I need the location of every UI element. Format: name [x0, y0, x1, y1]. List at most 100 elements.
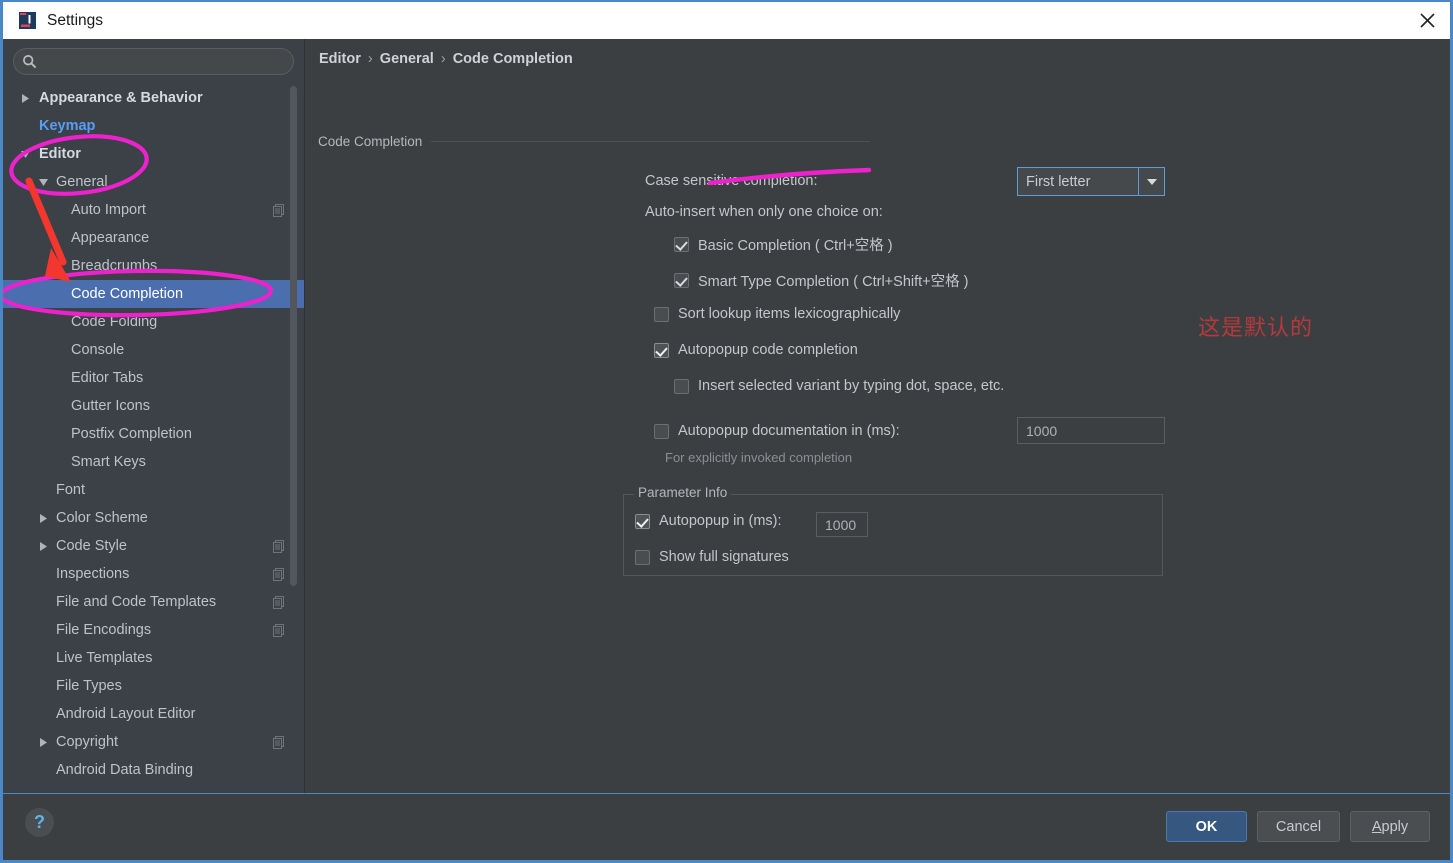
checkbox-smart-type-completion-box[interactable] — [674, 273, 689, 288]
close-icon[interactable] — [1401, 2, 1450, 39]
search-input[interactable] — [38, 54, 293, 69]
chevron-down-icon[interactable] — [37, 176, 49, 188]
sidebar-item-label: Code Style — [56, 538, 127, 554]
breadcrumb-general[interactable]: General — [380, 51, 434, 67]
annotation-chinese-note: 这是默认的 — [1198, 316, 1314, 341]
question-mark-icon[interactable]: ? — [25, 808, 54, 837]
cancel-button[interactable]: Cancel — [1257, 811, 1340, 842]
sidebar-item-label: Smart Keys — [71, 454, 146, 470]
checkbox-basic-completion-box[interactable] — [674, 237, 689, 252]
copy-settings-icon — [273, 539, 286, 553]
parameter-info-group: Parameter Info Autopopup in (ms): 1000 S… — [623, 485, 1163, 576]
sidebar-item-file-and-code-templates[interactable]: File and Code Templates — [3, 588, 304, 616]
sidebar-item-font[interactable]: Font — [3, 476, 304, 504]
sidebar-item-keymap[interactable]: Keymap — [3, 112, 304, 140]
checkbox-smart-type-completion[interactable]: Smart Type Completion ( Ctrl+Shift+空格 ) — [674, 270, 969, 291]
chevron-right-icon[interactable] — [19, 92, 31, 104]
sidebar-item-postfix-completion[interactable]: Postfix Completion — [3, 420, 304, 448]
sidebar-item-code-completion[interactable]: Code Completion — [3, 280, 304, 308]
search-box[interactable] — [13, 48, 294, 75]
checkbox-autopopup-code-completion[interactable]: Autopopup code completion — [654, 342, 858, 358]
ok-button[interactable]: OK — [1166, 811, 1247, 842]
sidebar-item-console[interactable]: Console — [3, 336, 304, 364]
settings-main-panel: Editor › General › Code Completion Code … — [305, 39, 1450, 793]
checkbox-sort-lookup-items[interactable]: Sort lookup items lexicographically — [654, 306, 900, 322]
breadcrumb-editor[interactable]: Editor — [319, 51, 361, 67]
sidebar-item-color-scheme[interactable]: Color Scheme — [3, 504, 304, 532]
checkbox-insert-selected-variant-label: Insert selected variant by typing dot, s… — [698, 378, 1005, 394]
sidebar-item-breadcrumbs[interactable]: Breadcrumbs — [3, 252, 304, 280]
sidebar-item-label: Editor Tabs — [71, 370, 144, 386]
sidebar-item-label: Code Folding — [71, 314, 158, 330]
checkbox-autopopup-code-completion-label: Autopopup code completion — [678, 342, 858, 358]
sidebar-item-label: File Types — [56, 678, 122, 694]
sidebar-item-label: Postfix Completion — [71, 426, 192, 442]
checkbox-show-full-signatures[interactable]: Show full signatures — [635, 549, 789, 565]
sidebar-item-gutter-icons[interactable]: Gutter Icons — [3, 392, 304, 420]
sidebar-item-android-layout-editor[interactable]: Android Layout Editor — [3, 700, 304, 728]
apply-button[interactable]: Apply — [1350, 811, 1430, 842]
sidebar-item-label: Breadcrumbs — [71, 258, 158, 274]
checkbox-sort-lookup-items-label: Sort lookup items lexicographically — [678, 306, 901, 322]
sidebar-item-file-encodings[interactable]: File Encodings — [3, 616, 304, 644]
sidebar-item-label: Keymap — [39, 118, 96, 134]
sidebar-item-label: Android Data Binding — [56, 762, 194, 778]
sidebar-item-live-templates[interactable]: Live Templates — [3, 644, 304, 672]
breadcrumb-separator: › — [367, 51, 373, 67]
settings-dialog: Settings Appearance & Behavior Keymap Ed… — [0, 0, 1453, 863]
ok-button-label: OK — [1195, 818, 1218, 835]
checkbox-sort-lookup-items-box[interactable] — [654, 306, 669, 322]
sidebar-item-editor[interactable]: Editor — [3, 140, 304, 168]
sidebar-scrollbar[interactable] — [289, 86, 298, 775]
checkbox-parameter-autopopup[interactable]: Autopopup in (ms): — [635, 513, 782, 529]
parameter-autopopup-delay-value: 1000 — [825, 516, 857, 533]
checkbox-autopopup-code-completion-box[interactable] — [654, 342, 669, 358]
sidebar-scrollbar-thumb[interactable] — [290, 86, 297, 586]
breadcrumb-separator: › — [440, 51, 446, 67]
sidebar-item-general[interactable]: General — [3, 168, 304, 196]
checkbox-autopopup-documentation-box[interactable] — [654, 423, 669, 439]
chevron-right-icon[interactable] — [37, 736, 49, 748]
copy-settings-icon — [273, 595, 286, 609]
window-title: Settings — [47, 11, 104, 29]
checkbox-show-full-signatures-box[interactable] — [635, 549, 650, 565]
chevron-right-icon[interactable] — [37, 540, 49, 552]
checkbox-basic-completion[interactable]: Basic Completion ( Ctrl+空格 ) — [674, 234, 893, 255]
sidebar-item-label: Console — [71, 342, 125, 358]
sidebar-item-appearance[interactable]: Appearance — [3, 224, 304, 252]
sidebar-item-file-types[interactable]: File Types — [3, 672, 304, 700]
copy-settings-icon — [273, 567, 286, 581]
settings-sidebar: Appearance & Behavior Keymap Editor General… — [3, 39, 305, 793]
sidebar-item-label: Live Templates — [56, 650, 153, 666]
sidebar-item-inspections[interactable]: Inspections — [3, 560, 304, 588]
sidebar-item-android-data-binding[interactable]: Android Data Binding — [3, 756, 304, 784]
sidebar-item-code-folding[interactable]: Code Folding — [3, 308, 304, 336]
chevron-down-icon[interactable] — [1138, 168, 1164, 195]
sidebar-item-label: Appearance — [71, 230, 150, 246]
section-label: Code Completion — [318, 134, 423, 149]
checkbox-autopopup-documentation[interactable]: Autopopup documentation in (ms): — [654, 423, 900, 439]
sidebar-item-copyright[interactable]: Copyright — [3, 728, 304, 756]
sidebar-item-smart-keys[interactable]: Smart Keys — [3, 448, 304, 476]
sidebar-item-auto-import[interactable]: Auto Import — [3, 196, 304, 224]
autopopup-documentation-delay-input[interactable]: 1000 — [1017, 417, 1165, 444]
checkbox-parameter-autopopup-label: Autopopup in (ms): — [659, 513, 782, 529]
settings-tree: Appearance & Behavior Keymap Editor General… — [3, 84, 304, 793]
checkbox-autopopup-documentation-label: Autopopup documentation in (ms): — [678, 423, 900, 439]
checkbox-basic-completion-label: Basic Completion ( Ctrl+空格 ) — [698, 238, 893, 254]
checkbox-insert-selected-variant-box[interactable] — [674, 378, 689, 394]
parameter-autopopup-delay-input[interactable]: 1000 — [816, 512, 868, 537]
sidebar-item-editor-tabs[interactable]: Editor Tabs — [3, 364, 304, 392]
chevron-right-icon[interactable] — [37, 512, 49, 524]
code-completion-section-title: Code Completion — [318, 134, 870, 149]
checkbox-insert-selected-variant[interactable]: Insert selected variant by typing dot, s… — [674, 378, 1004, 394]
sidebar-item-appearance-behavior[interactable]: Appearance & Behavior — [3, 84, 304, 112]
sidebar-item-label: Color Scheme — [56, 510, 148, 526]
sidebar-item-label: Gutter Icons — [71, 398, 150, 414]
sidebar-item-label: File Encodings — [56, 622, 152, 638]
case-sensitive-completion-dropdown[interactable]: First letter — [1017, 167, 1165, 196]
copy-settings-icon — [273, 203, 286, 217]
sidebar-item-code-style[interactable]: Code Style — [3, 532, 304, 560]
chevron-down-icon[interactable] — [19, 148, 31, 160]
checkbox-parameter-autopopup-box[interactable] — [635, 513, 650, 529]
